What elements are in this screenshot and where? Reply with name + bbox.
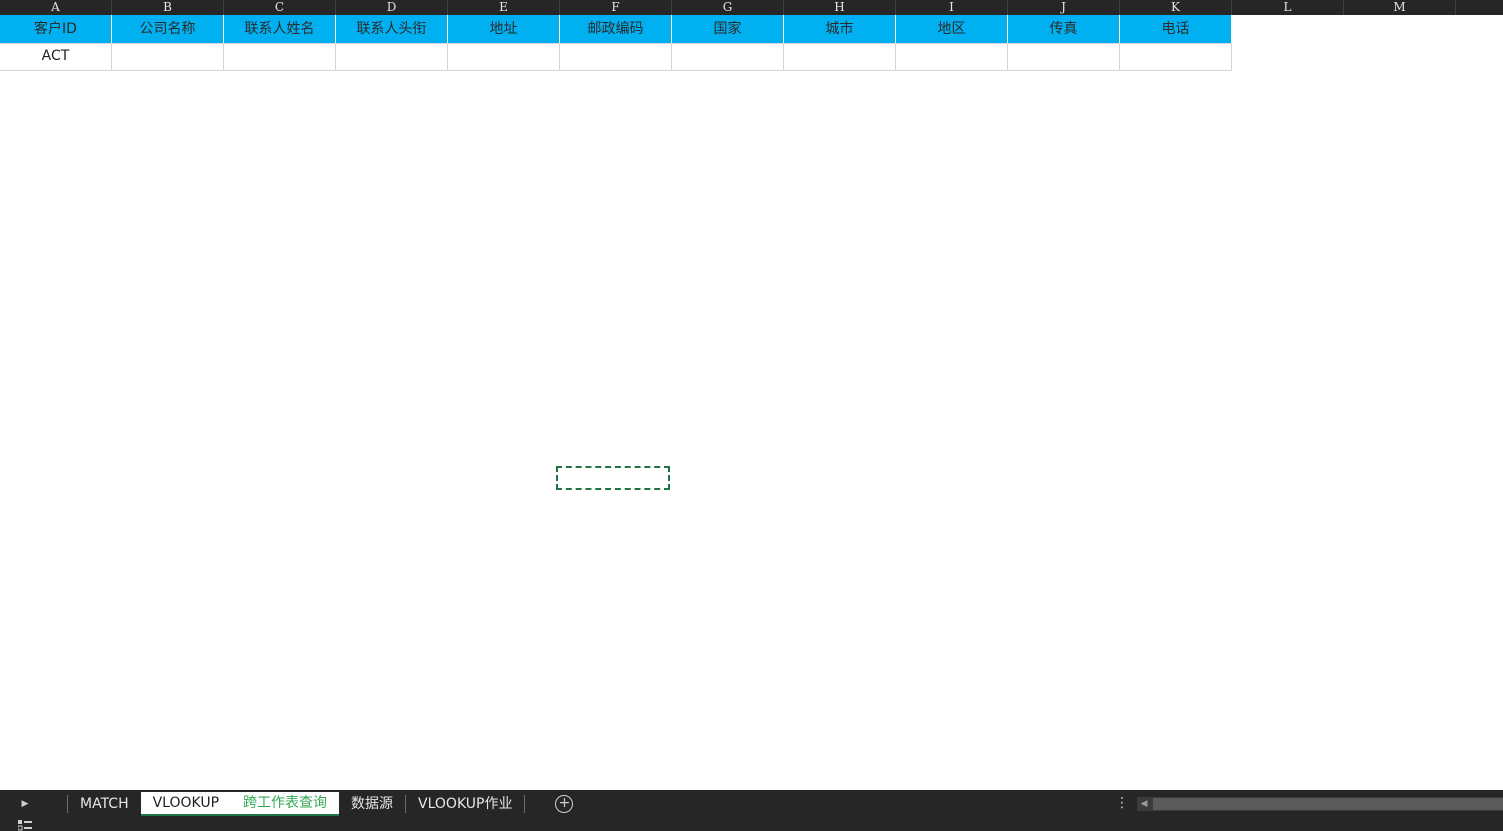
horizontal-scrollbar[interactable]: ◀ bbox=[1137, 797, 1503, 811]
column-header-g[interactable]: G bbox=[672, 0, 784, 15]
column-header-bar: ABCDEFGHIJKLMN bbox=[0, 0, 1503, 15]
macro-record-icon[interactable] bbox=[18, 820, 32, 831]
tab-divider bbox=[524, 795, 526, 813]
status-bar bbox=[0, 818, 1503, 831]
column-header-j[interactable]: J bbox=[1008, 0, 1120, 15]
column-header-f[interactable]: F bbox=[560, 0, 672, 15]
column-header-l[interactable]: L bbox=[1232, 0, 1344, 15]
column-header-a[interactable]: A bbox=[0, 0, 112, 15]
worksheet-grid[interactable]: 客户ID 公司名称 联系人姓名 联系人头衔 地址 邮政编码 国家 城市 地区 传真 电话 ACT bbox=[0, 15, 1503, 71]
column-header-c[interactable]: C bbox=[224, 0, 336, 15]
scrollbar-thumb[interactable] bbox=[1153, 798, 1503, 810]
header-cell[interactable]: 传真 bbox=[1008, 15, 1120, 44]
vertical-ellipsis-icon[interactable]: ⋮ bbox=[1115, 795, 1129, 811]
header-cell[interactable]: 电话 bbox=[1120, 15, 1232, 44]
header-cell[interactable]: 客户ID bbox=[0, 15, 112, 44]
column-header-i[interactable]: I bbox=[896, 0, 1008, 15]
tab-vlookup[interactable]: VLOOKUP bbox=[140, 792, 232, 816]
header-cell[interactable]: 联系人头衔 bbox=[336, 15, 448, 44]
tab-cross-sheet-query[interactable]: 跨工作表查询 bbox=[231, 792, 340, 816]
column-header-h[interactable]: H bbox=[784, 0, 896, 15]
column-header-m[interactable]: M bbox=[1344, 0, 1456, 15]
column-header-e[interactable]: E bbox=[448, 0, 560, 15]
header-cell[interactable]: 地址 bbox=[448, 15, 560, 44]
header-cell[interactable]: 地区 bbox=[896, 15, 1008, 44]
data-cell[interactable] bbox=[448, 43, 560, 71]
header-cell[interactable]: 邮政编码 bbox=[560, 15, 672, 44]
tab-match[interactable]: MATCH bbox=[68, 792, 141, 816]
data-cell[interactable] bbox=[896, 43, 1008, 71]
table-row: ACT bbox=[0, 43, 1503, 71]
data-cell[interactable] bbox=[224, 43, 336, 71]
tab-data-source[interactable]: 数据源 bbox=[339, 792, 405, 816]
header-cell[interactable]: 公司名称 bbox=[112, 15, 224, 44]
triangle-right-icon[interactable]: ▶ bbox=[0, 799, 50, 809]
plus-circle-icon[interactable]: + bbox=[555, 795, 574, 813]
header-cell[interactable]: 城市 bbox=[784, 15, 896, 44]
column-header-b[interactable]: B bbox=[112, 0, 224, 15]
table-header-row: 客户ID 公司名称 联系人姓名 联系人头衔 地址 邮政编码 国家 城市 地区 传真 电话 bbox=[0, 15, 1503, 44]
tab-vlookup-homework[interactable]: VLOOKUP作业 bbox=[406, 792, 524, 816]
header-cell[interactable]: 联系人姓名 bbox=[224, 15, 336, 44]
data-cell[interactable] bbox=[560, 43, 672, 71]
data-cell[interactable] bbox=[1120, 43, 1232, 71]
data-cell[interactable]: ACT bbox=[0, 43, 112, 71]
data-cell[interactable] bbox=[1008, 43, 1120, 71]
sheet-tab-bar: ▶ MATCH VLOOKUP 跨工作表查询 数据源 VLOOKUP作业 + ⋮… bbox=[0, 790, 1503, 818]
column-header-d[interactable]: D bbox=[336, 0, 448, 15]
data-cell[interactable] bbox=[336, 43, 448, 71]
spreadsheet-window: ABCDEFGHIJKLMN 客户ID公司名称联系人姓名联系人头衔地址邮政编码国… bbox=[0, 0, 1503, 831]
copy-marquee bbox=[556, 466, 670, 490]
data-cell[interactable] bbox=[112, 43, 224, 71]
column-header-k[interactable]: K bbox=[1120, 0, 1232, 15]
triangle-left-icon[interactable]: ◀ bbox=[1137, 797, 1151, 811]
data-cell[interactable] bbox=[784, 43, 896, 71]
column-header-n[interactable]: N bbox=[1456, 0, 1503, 15]
header-cell[interactable]: 国家 bbox=[672, 15, 784, 44]
data-cell[interactable] bbox=[672, 43, 784, 71]
